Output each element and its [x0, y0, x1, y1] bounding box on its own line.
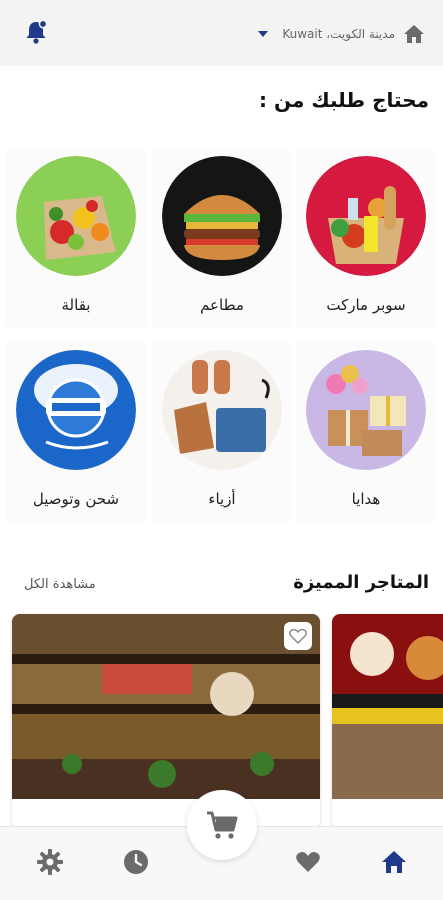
category-supermarket[interactable]: سوبر ماركت [296, 148, 436, 328]
category-grocery[interactable]: بقالة [6, 148, 146, 328]
category-shipping[interactable]: شحن وتوصيل [6, 342, 146, 522]
cart-button[interactable] [187, 790, 257, 860]
category-label: أزياء [208, 490, 236, 508]
featured-store-card[interactable] [332, 614, 443, 829]
store-image [332, 614, 443, 799]
caret-down-icon [258, 31, 269, 37]
bell-icon[interactable] [22, 18, 50, 46]
category-label: هدايا [351, 490, 381, 508]
heart-icon[interactable] [294, 848, 322, 876]
location-text: مدينة الكويت، Kuwait [282, 27, 395, 41]
category-label: بقالة [61, 296, 91, 314]
category-restaurants[interactable]: مطاعم [152, 148, 292, 328]
location-selector[interactable]: مدينة الكويت، Kuwait [258, 22, 425, 46]
home-icon [404, 25, 424, 43]
category-label: مطاعم [200, 296, 244, 314]
gifts-image [306, 350, 426, 470]
fashion-image [162, 350, 282, 470]
see-all-link[interactable]: مشاهدة الكل [24, 577, 96, 592]
home-icon[interactable] [380, 848, 408, 876]
category-label: شحن وتوصيل [32, 490, 120, 508]
category-fashion[interactable]: أزياء [152, 342, 292, 522]
heart-outline-icon [289, 628, 307, 644]
section-title: محتاج طلبك من : [259, 88, 429, 112]
gear-icon[interactable] [36, 848, 64, 876]
favorite-button[interactable] [284, 622, 312, 650]
featured-store-card[interactable] [12, 614, 320, 829]
featured-stores-title: المتاجر المميزة [293, 572, 429, 593]
category-gifts[interactable]: هدايا [296, 342, 436, 522]
restaurants-image [162, 156, 282, 276]
grocery-image [16, 156, 136, 276]
supermarket-image [306, 156, 426, 276]
clock-icon[interactable] [122, 848, 150, 876]
cart-icon [207, 811, 238, 839]
store-image [12, 614, 320, 799]
category-label: سوبر ماركت [326, 296, 406, 314]
shipping-image [16, 350, 136, 470]
